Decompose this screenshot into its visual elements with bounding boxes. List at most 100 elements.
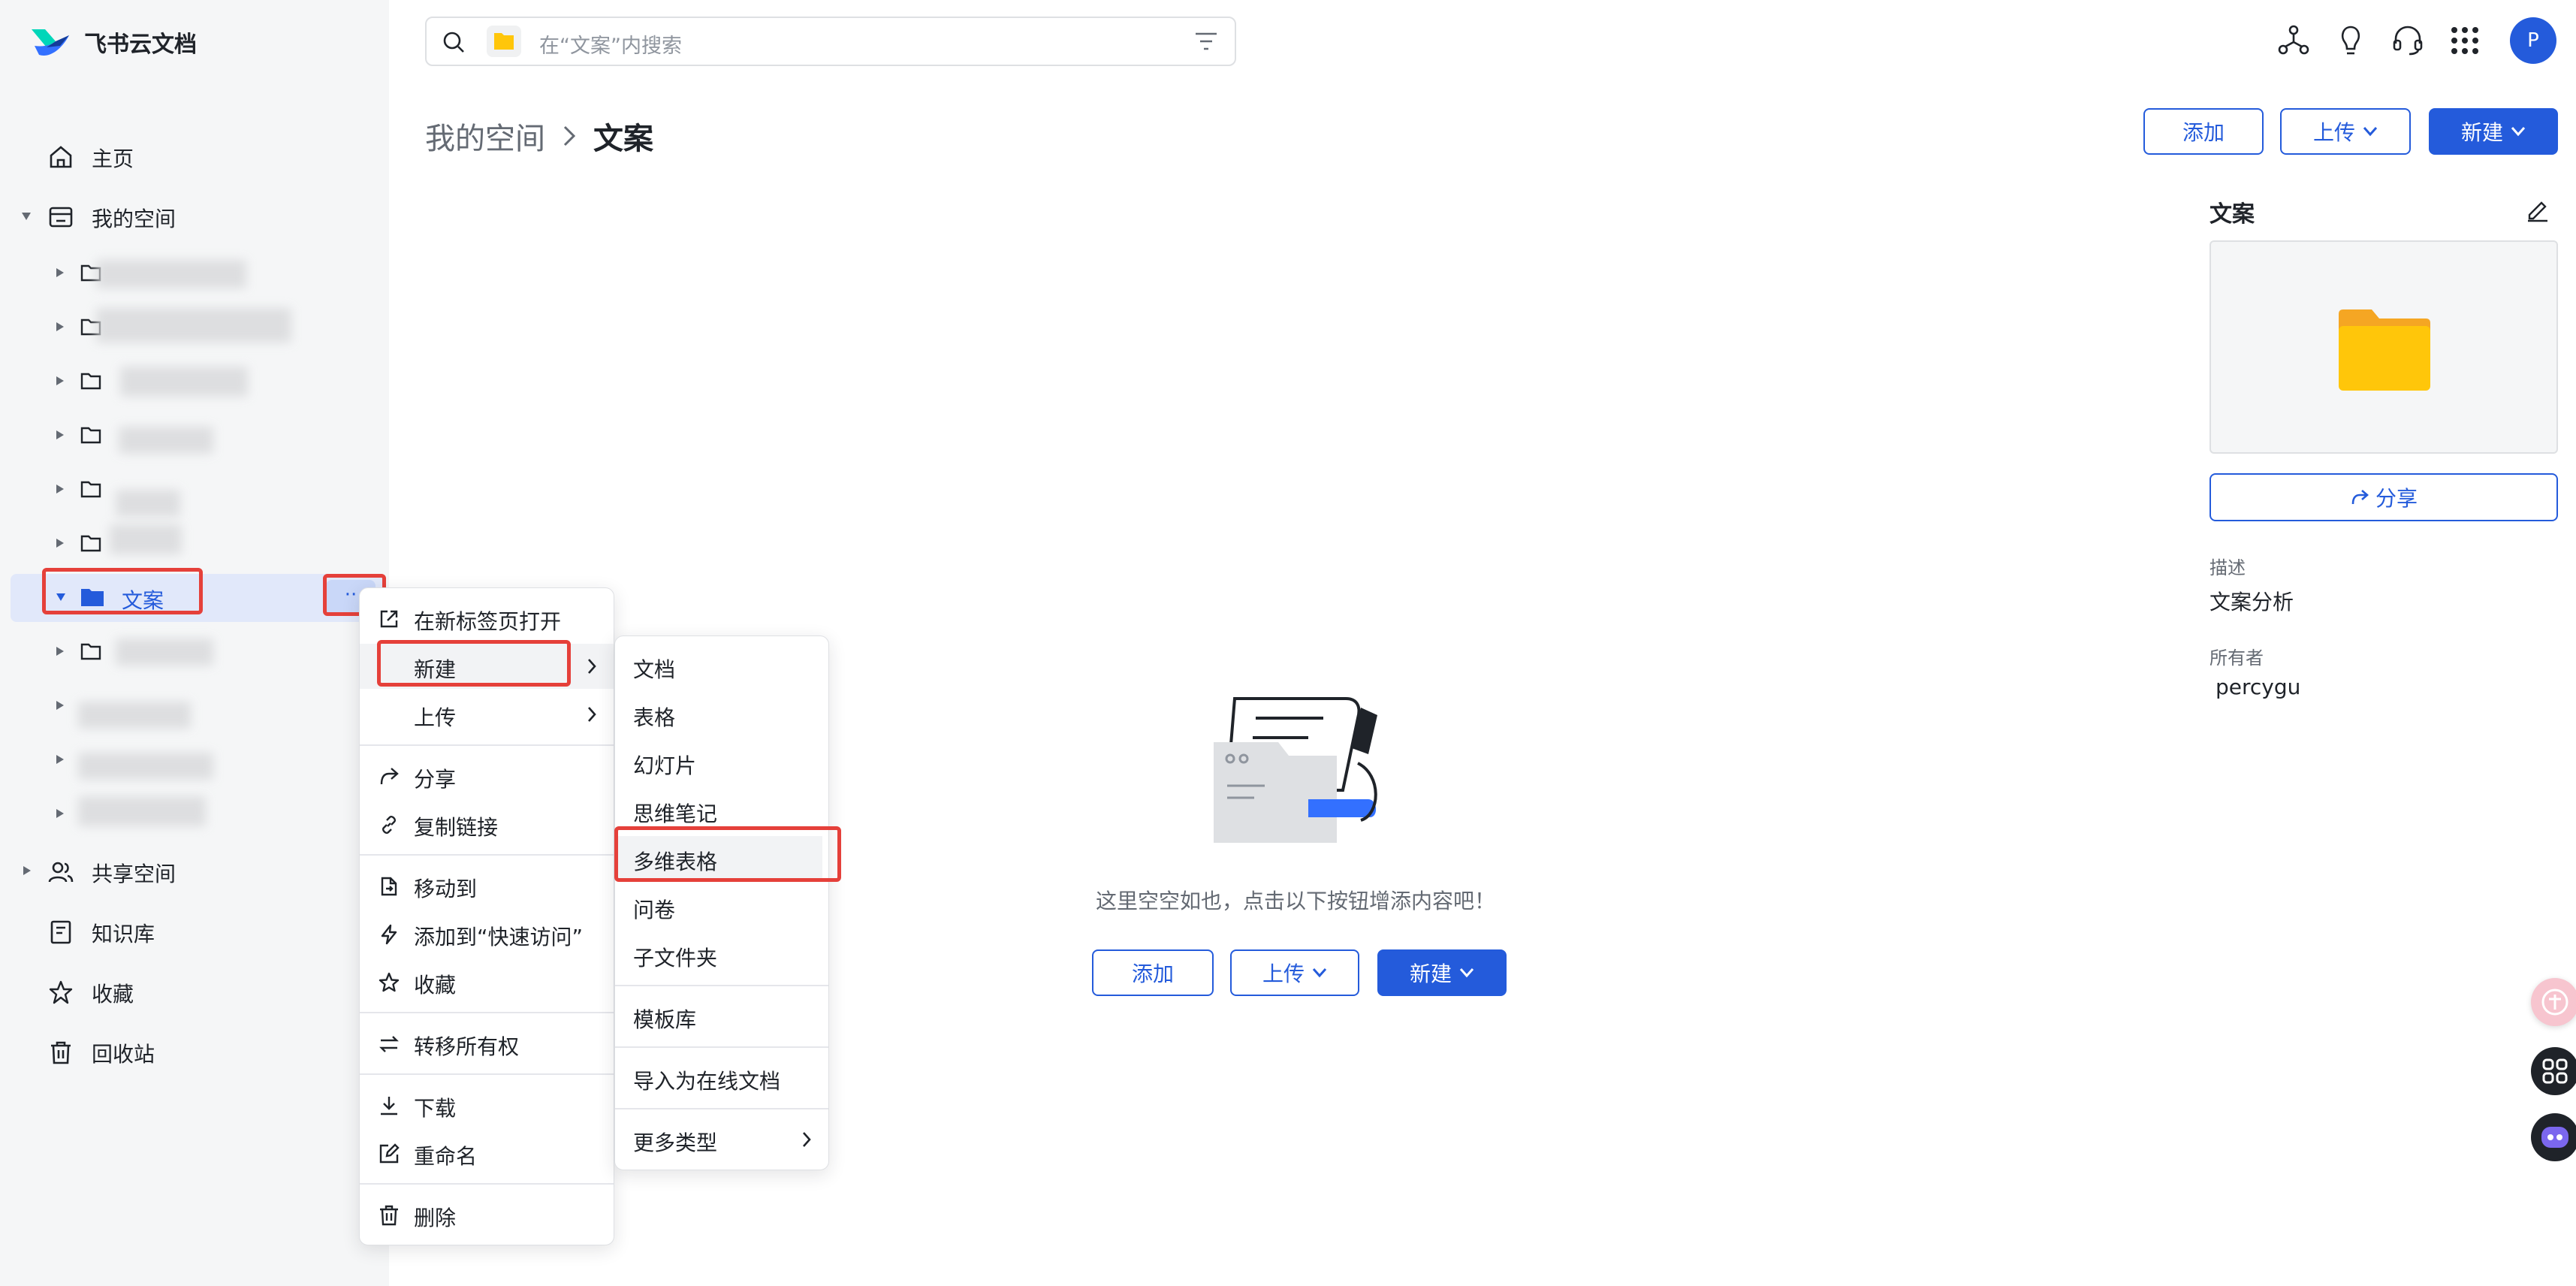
lightbulb-icon[interactable] bbox=[2334, 24, 2367, 57]
submenu-item-import[interactable]: 导入为在线文档 bbox=[615, 1055, 828, 1100]
submenu-item-sheet[interactable]: 表格 bbox=[615, 692, 828, 737]
connection-icon[interactable] bbox=[2277, 24, 2310, 57]
menu-divider bbox=[360, 1012, 614, 1013]
tree-row[interactable] bbox=[0, 684, 389, 729]
menu-item-label: 转移所有权 bbox=[414, 1034, 520, 1059]
caret-down-icon[interactable] bbox=[21, 212, 32, 221]
chevron-down-icon bbox=[1459, 968, 1474, 978]
submenu-item-label: 子文件夹 bbox=[633, 946, 718, 971]
user-avatar[interactable]: P bbox=[2510, 17, 2556, 64]
details-title: 文案 bbox=[2210, 201, 2255, 228]
highlight-box-bitable bbox=[614, 826, 841, 882]
caret-right-icon[interactable] bbox=[56, 322, 65, 332]
new-dropdown-button[interactable]: 新建 bbox=[2429, 108, 2558, 155]
submenu-item-more-types[interactable]: 更多类型 bbox=[615, 1117, 828, 1162]
search-placeholder[interactable]: 在“文案”内搜索 bbox=[539, 29, 682, 59]
caret-right-icon[interactable] bbox=[56, 376, 65, 386]
transfer-icon bbox=[379, 1036, 399, 1052]
highlight-box-folder bbox=[42, 568, 203, 614]
redacted-name bbox=[96, 308, 291, 343]
search-box[interactable]: 在“文案”内搜索 bbox=[425, 17, 1236, 66]
menu-item-label: 复制链接 bbox=[414, 815, 499, 840]
menu-item-open-new-tab[interactable]: 在新标签页打开 bbox=[360, 596, 614, 641]
submenu-item-label: 思维笔记 bbox=[633, 801, 718, 826]
sidebar-item-shared-space[interactable]: 共享空间 bbox=[0, 847, 389, 895]
add-button[interactable]: 添加 bbox=[2143, 108, 2264, 155]
redacted-name bbox=[78, 753, 213, 780]
sidebar-item-wiki[interactable]: 知识库 bbox=[0, 907, 389, 955]
redacted-name bbox=[78, 796, 206, 826]
caret-right-icon[interactable] bbox=[56, 700, 65, 711]
folder-icon bbox=[80, 427, 101, 444]
menu-divider bbox=[360, 744, 614, 746]
search-scope-chip[interactable] bbox=[487, 26, 521, 57]
folder-icon bbox=[80, 373, 101, 390]
submenu-item-slides[interactable]: 幻灯片 bbox=[615, 740, 828, 785]
submenu-item-survey[interactable]: 问卷 bbox=[615, 884, 828, 929]
empty-state-illustration bbox=[1214, 697, 1377, 843]
caret-right-icon[interactable] bbox=[56, 646, 65, 657]
breadcrumb-root[interactable]: 我的空间 bbox=[425, 114, 545, 158]
empty-new-button[interactable]: 新建 bbox=[1377, 949, 1507, 996]
menu-item-share[interactable]: 分享 bbox=[360, 753, 614, 798]
download-icon bbox=[381, 1097, 397, 1115]
tree-row[interactable] bbox=[0, 738, 389, 783]
menu-item-delete[interactable]: 删除 bbox=[360, 1192, 614, 1237]
menu-item-label: 添加到“快速访问” bbox=[414, 925, 584, 949]
tree-row[interactable] bbox=[0, 521, 389, 566]
sidebar-item-my-space[interactable]: 我的空间 bbox=[0, 192, 389, 240]
translate-icon bbox=[2541, 989, 2568, 1016]
submenu-item-label: 文档 bbox=[633, 657, 676, 682]
submenu-item-doc[interactable]: 文档 bbox=[615, 644, 828, 689]
sidebar-item-home[interactable]: 主页 bbox=[0, 132, 389, 180]
empty-upload-button[interactable]: 上传 bbox=[1230, 949, 1359, 996]
home-icon bbox=[50, 146, 72, 168]
apps-grid-icon[interactable] bbox=[2448, 24, 2481, 57]
menu-item-upload[interactable]: 上传 bbox=[360, 692, 614, 737]
upload-dropdown-button[interactable]: 上传 bbox=[2280, 108, 2411, 155]
owner-value[interactable]: percygu bbox=[2216, 675, 2300, 699]
menu-item-favorite[interactable]: 收藏 bbox=[360, 959, 614, 1004]
apps-float-button[interactable] bbox=[2531, 1047, 2576, 1095]
caret-right-icon[interactable] bbox=[56, 538, 65, 548]
caret-right-icon[interactable] bbox=[56, 808, 65, 819]
rename-icon bbox=[379, 1143, 400, 1164]
chevron-down-icon bbox=[2363, 127, 2378, 137]
caret-right-icon[interactable] bbox=[56, 484, 65, 494]
sidebar-item-label: 我的空间 bbox=[92, 207, 176, 231]
tree-row[interactable] bbox=[0, 359, 389, 404]
star-icon bbox=[379, 972, 400, 992]
tree-row[interactable] bbox=[0, 251, 389, 296]
tree-row[interactable] bbox=[0, 629, 389, 675]
caret-right-icon[interactable] bbox=[56, 267, 65, 278]
menu-item-quick-access[interactable]: 添加到“快速访问” bbox=[360, 911, 614, 956]
assistant-float-button[interactable] bbox=[2531, 1113, 2576, 1161]
filter-icon[interactable] bbox=[1194, 32, 1218, 53]
chevron-right-icon bbox=[563, 125, 576, 146]
menu-item-rename[interactable]: 重命名 bbox=[360, 1131, 614, 1176]
group-icon bbox=[48, 862, 74, 883]
redacted-name bbox=[78, 702, 191, 729]
submenu-item-subfolder[interactable]: 子文件夹 bbox=[615, 932, 828, 977]
empty-add-button[interactable]: 添加 bbox=[1092, 949, 1214, 996]
translate-float-button[interactable] bbox=[2531, 978, 2576, 1026]
caret-right-icon[interactable] bbox=[23, 865, 32, 876]
tree-row[interactable] bbox=[0, 413, 389, 458]
submenu-item-label: 导入为在线文档 bbox=[633, 1069, 781, 1094]
tree-row[interactable] bbox=[0, 792, 389, 837]
share-button[interactable]: 分享 bbox=[2210, 473, 2558, 521]
submenu-item-templates[interactable]: 模板库 bbox=[615, 994, 828, 1039]
menu-item-move-to[interactable]: 移动到 bbox=[360, 863, 614, 908]
menu-item-download[interactable]: 下载 bbox=[360, 1082, 614, 1128]
tree-row[interactable] bbox=[0, 467, 389, 517]
menu-item-transfer-ownership[interactable]: 转移所有权 bbox=[360, 1021, 614, 1066]
app-logo[interactable]: 飞书云文档 bbox=[30, 21, 197, 63]
headset-icon[interactable] bbox=[2391, 24, 2424, 57]
caret-right-icon[interactable] bbox=[56, 754, 65, 765]
tree-row[interactable] bbox=[0, 305, 389, 350]
sidebar-item-favorites[interactable]: 收藏 bbox=[0, 968, 389, 1016]
sidebar-item-trash[interactable]: 回收站 bbox=[0, 1028, 389, 1076]
edit-icon[interactable] bbox=[2525, 197, 2550, 222]
caret-right-icon[interactable] bbox=[56, 430, 65, 440]
menu-item-copy-link[interactable]: 复制链接 bbox=[360, 801, 614, 847]
